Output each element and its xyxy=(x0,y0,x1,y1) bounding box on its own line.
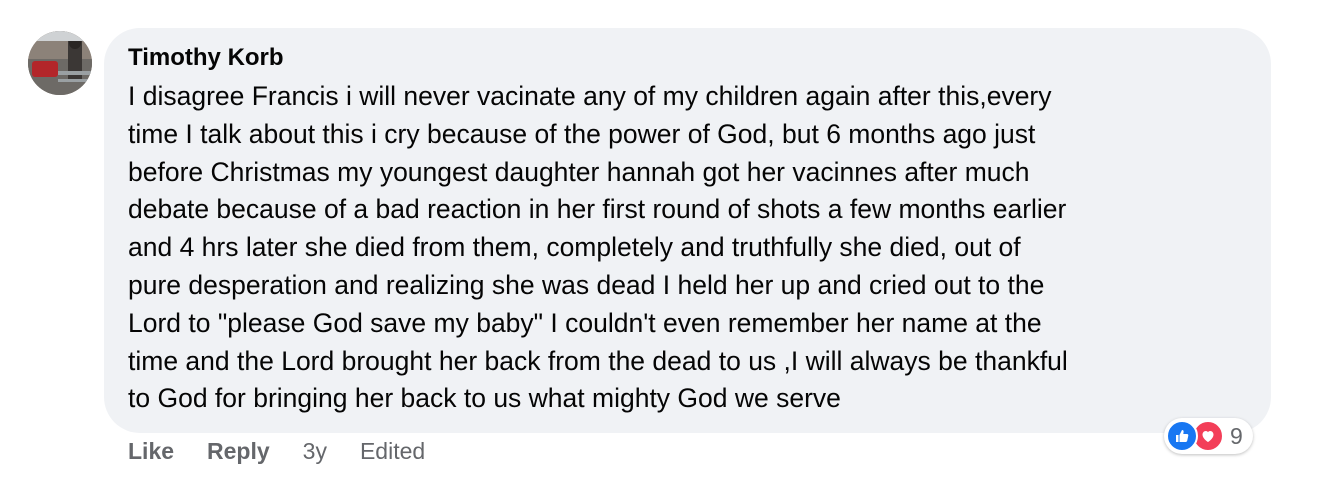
comment-line: time and the Lord brought her back from … xyxy=(128,345,1068,376)
previous-content-fragment xyxy=(160,0,280,4)
comment-thread: Timothy Korb I disagree Francis i will n… xyxy=(0,0,1324,488)
avatar-image xyxy=(28,31,92,95)
avatar[interactable] xyxy=(28,31,92,95)
comment-line: and 4 hrs later she died from them, comp… xyxy=(128,232,1021,263)
like-icon xyxy=(1166,420,1198,452)
comment-actions: Like Reply 3y Edited xyxy=(128,434,425,468)
comment-line: I disagree Francis i will never vacinate… xyxy=(128,81,1052,111)
comment-line: debate because of a bad reaction in her … xyxy=(128,194,1067,225)
comment-line: before Christmas my youngest daughter ha… xyxy=(128,156,1030,187)
comment-line: Lord to "please God save my baby" I coul… xyxy=(128,307,1042,338)
like-button[interactable]: Like xyxy=(128,438,174,465)
comment-line: pure desperation and realizing she was d… xyxy=(128,269,1045,300)
reactions-summary[interactable]: 9 xyxy=(1164,418,1253,454)
comment-line: to God for bringing her back to us what … xyxy=(128,383,841,414)
edited-label[interactable]: Edited xyxy=(360,438,425,465)
comment-body: I disagree Francis i will never vacinate… xyxy=(128,78,1238,418)
reply-button[interactable]: Reply xyxy=(207,438,270,465)
comment-author-name[interactable]: Timothy Korb xyxy=(128,42,284,74)
comment-line: time I talk about this i cry because of … xyxy=(128,118,1036,149)
comment-timestamp[interactable]: 3y xyxy=(303,438,327,465)
reaction-count: 9 xyxy=(1230,422,1243,449)
